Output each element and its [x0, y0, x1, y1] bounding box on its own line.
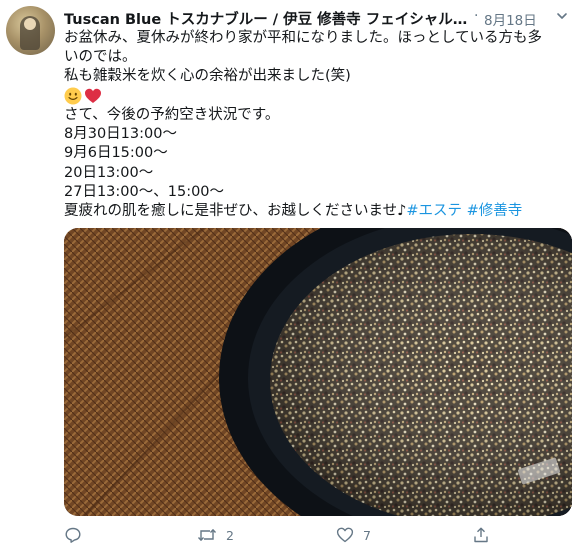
chevron-down-icon[interactable] — [554, 8, 570, 24]
text-line: 9月6日15:00～ — [64, 145, 168, 162]
reply-icon — [65, 527, 81, 543]
text-line: 20日13:00～ — [64, 164, 154, 181]
avatar[interactable] — [6, 6, 55, 55]
emoji-row — [64, 86, 568, 106]
reply-button[interactable] — [64, 524, 91, 546]
tweet-photo[interactable] — [64, 228, 572, 516]
text-line: 私も雑穀米を炊く心の余裕が出来ました(笑) — [64, 68, 351, 85]
separator: · — [474, 8, 479, 24]
tweet-actions: 2 7 — [64, 524, 572, 546]
heart-icon — [85, 89, 101, 104]
retweet-button[interactable]: 2 — [197, 524, 234, 546]
like-count: 7 — [363, 527, 371, 543]
avatar-face — [24, 18, 36, 30]
text-line: いのでは。 — [64, 49, 137, 66]
tweet-date[interactable]: 8月18日 — [484, 9, 537, 29]
retweet-icon — [197, 529, 217, 541]
tweet[interactable]: Tuscan Blue トスカナブルー / 伊豆 修善寺 フェイシャル... ·… — [0, 0, 578, 547]
photo-rice-cooker-icon — [64, 228, 572, 516]
share-button[interactable] — [472, 524, 499, 546]
author-name[interactable]: Tuscan Blue トスカナブルー / 伊豆 修善寺 フェイシャル... — [64, 8, 468, 29]
like-button[interactable]: 7 — [336, 524, 371, 546]
share-icon — [474, 527, 488, 543]
text-line: 8月30日13:00～ — [64, 126, 177, 143]
text-line: 27日13:00～、15:00～ — [64, 183, 225, 200]
hashtag-link[interactable]: #エステ — [406, 203, 462, 219]
like-heart-icon — [336, 527, 354, 543]
closing-text: 夏疲れの肌を癒しに是非ぜひ、お越しくださいませ♪ — [64, 202, 407, 219]
text-line: さて、今後の予約空き状況です。 — [64, 107, 280, 124]
text-line-closing: 夏疲れの肌を癒しに是非ぜひ、お越しくださいませ♪#エステ #修善寺 — [64, 202, 568, 221]
tweet-text: お盆休み、夏休みが終わり家が平和になりました。ほっとしている方も多 いのでは。 … — [64, 29, 568, 221]
retweet-count: 2 — [226, 527, 234, 543]
hashtag-link[interactable]: #修善寺 — [467, 203, 523, 219]
smiling-face-icon — [64, 87, 82, 105]
text-line: お盆休み、夏休みが終わり家が平和になりました。ほっとしている方も多 — [64, 30, 543, 46]
tweet-header: Tuscan Blue トスカナブルー / 伊豆 修善寺 フェイシャル... ·… — [64, 8, 572, 29]
